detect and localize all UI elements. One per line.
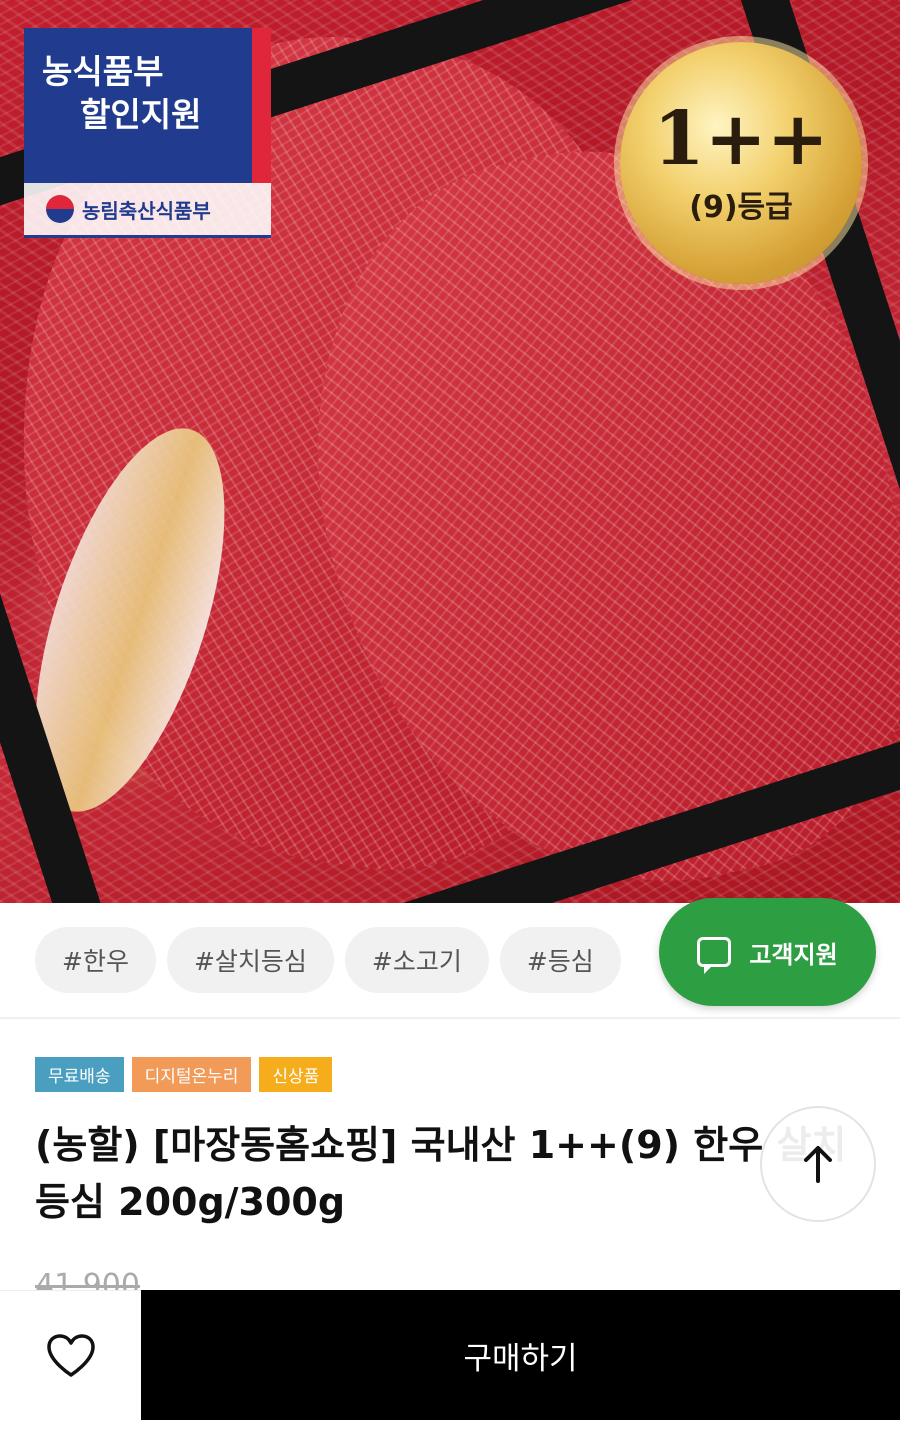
scroll-to-top-button[interactable]: [760, 1106, 876, 1222]
customer-support-label: 고객지원: [749, 940, 838, 969]
tag-hanwoo[interactable]: #한우: [35, 927, 156, 993]
promo-line-2: 할인지원: [80, 95, 202, 134]
bottom-action-bar: 구매하기: [0, 1290, 900, 1420]
badge-list: 무료배송 디지털온누리 신상품: [35, 1057, 333, 1092]
tag-sirloin[interactable]: #등심: [499, 927, 621, 993]
arrow-up-icon: [804, 1146, 832, 1183]
promo-line-1: 농식품부: [42, 52, 164, 91]
badge-free-shipping: 무료배송: [35, 1057, 124, 1092]
badge-digital-onnuri: 디지털온누리: [131, 1057, 252, 1092]
promo-red-strip: [252, 28, 271, 183]
product-image[interactable]: 농식품부 할인지원 농림축산식품부 1++ (9)등급: [0, 0, 900, 903]
badge-new-product: 신상품: [259, 1057, 333, 1092]
tag-salchi-deungsim[interactable]: #살치등심: [166, 927, 334, 993]
product-title: (농할) [마장동홈쇼핑] 국내산 1++(9) 한우 살치등심 200g/30…: [35, 1123, 847, 1224]
ministry-name: 농림축산식품부: [82, 198, 211, 223]
heart-icon: [46, 1333, 95, 1377]
tag-list: #한우 #살치등심 #소고기 #등심: [35, 927, 621, 993]
buy-button[interactable]: 구매하기: [141, 1290, 900, 1420]
promo-badge: 농식품부 할인지원 농림축산식품부: [24, 28, 271, 238]
customer-support-button[interactable]: 고객지원: [659, 898, 876, 1006]
chat-icon: [697, 937, 732, 974]
divider: [0, 1017, 900, 1019]
taegeuk-icon: [46, 195, 74, 223]
grade-sub: (9)등급: [689, 190, 793, 225]
promo-badge-text: 농식품부 할인지원: [24, 28, 252, 183]
grade-medal: 1++ (9)등급: [620, 42, 862, 284]
grade-value: 1++: [653, 96, 829, 182]
wishlist-button[interactable]: [0, 1290, 141, 1420]
tag-beef[interactable]: #소고기: [344, 927, 489, 993]
ministry-logo: 농림축산식품부: [24, 183, 271, 238]
